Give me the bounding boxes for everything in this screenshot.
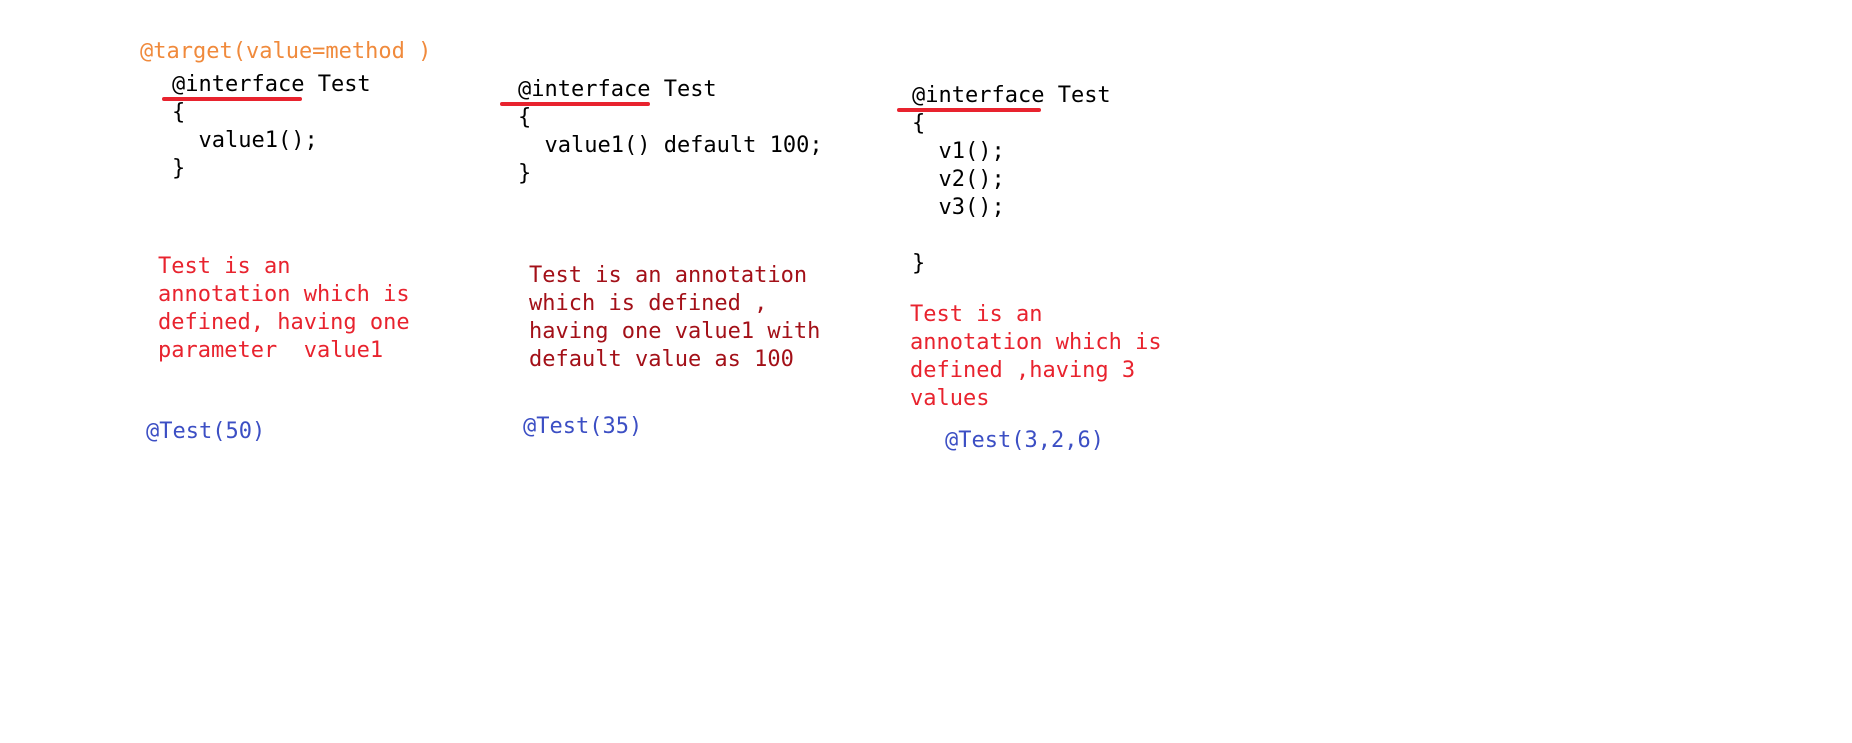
description-line: annotation which is bbox=[910, 330, 1162, 355]
description-line: defined, having one bbox=[158, 310, 410, 335]
close-brace: } bbox=[172, 156, 186, 181]
close-brace: } bbox=[912, 251, 926, 276]
usage-example: @Test(35) bbox=[523, 414, 643, 439]
interface-keyword: @interface bbox=[172, 72, 305, 97]
interface-declaration: @interface Test bbox=[518, 76, 717, 104]
open-brace: { bbox=[172, 100, 186, 125]
interface-declaration: @interface Test bbox=[172, 71, 371, 99]
member-line: v1(); bbox=[912, 139, 1005, 164]
description-line: parameter value1 bbox=[158, 338, 384, 363]
description-line: values bbox=[910, 386, 990, 411]
member-line: value1() default 100; bbox=[518, 133, 823, 158]
usage-example: @Test(3,2,6) bbox=[945, 428, 1104, 453]
interface-keyword: @interface bbox=[912, 83, 1045, 108]
close-brace: } bbox=[518, 161, 532, 186]
annotation-name: Test bbox=[650, 77, 717, 102]
description-line: having one value1 with bbox=[529, 319, 821, 344]
usage-example: @Test(50) bbox=[146, 419, 266, 444]
interface-declaration: @interface Test bbox=[912, 82, 1111, 110]
description-line: Test is an bbox=[910, 302, 1043, 327]
annotation-name: Test bbox=[1044, 83, 1111, 108]
interface-keyword: @interface bbox=[518, 77, 651, 102]
member-line: v3(); bbox=[912, 195, 1005, 220]
description-line: annotation which is bbox=[158, 282, 410, 307]
description-line: default value as 100 bbox=[529, 347, 794, 372]
member-line: v2(); bbox=[912, 167, 1005, 192]
member-line: value1(); bbox=[172, 128, 318, 153]
description-line: Test is an annotation bbox=[529, 263, 808, 288]
annotation-name: Test bbox=[304, 72, 371, 97]
description-line: which is defined , bbox=[529, 291, 768, 316]
description-line: defined ,having 3 bbox=[910, 358, 1136, 383]
open-brace: { bbox=[912, 111, 926, 136]
target-annotation: @target(value=method ) bbox=[140, 39, 432, 64]
description-line: Test is an bbox=[158, 254, 291, 279]
open-brace: { bbox=[518, 105, 532, 130]
